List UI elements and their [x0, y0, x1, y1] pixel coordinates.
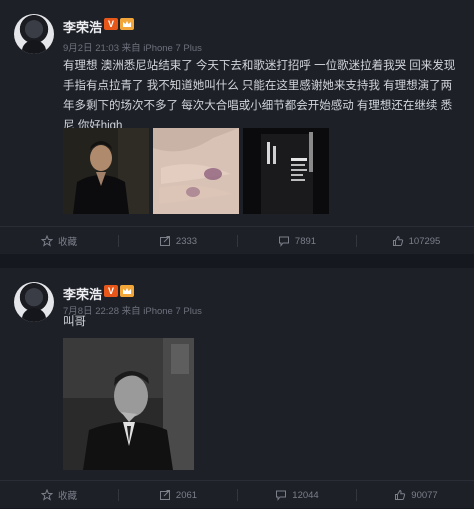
crown-icon	[120, 285, 134, 297]
like-count: 107295	[408, 235, 441, 247]
post-text: 叫哥	[63, 316, 86, 328]
post-text: 有理想 澳洲悉尼站结束了 今天下去和歌迷打招呼 一位歌迷拉着我哭 回来发现手指有…	[63, 60, 456, 132]
like-button[interactable]: 90077	[357, 481, 474, 509]
comment-icon	[278, 236, 289, 247]
star-icon	[40, 235, 53, 247]
like-count: 90077	[411, 489, 438, 501]
comment-icon	[276, 490, 287, 501]
comment-count: 12044	[292, 489, 319, 501]
repost-count: 2333	[175, 235, 198, 247]
action-bar: 收藏 2333 7891 107295	[0, 226, 474, 254]
avatar[interactable]	[14, 282, 54, 322]
photo-building-night	[243, 128, 329, 214]
weibo-post: 李荣浩 V 9月2日 21:03 来自 iPhone 7 Plus 有理想 澳洲…	[0, 0, 474, 254]
photo-man-suit	[63, 128, 149, 214]
comment-count: 7891	[294, 235, 317, 247]
comment-button[interactable]: 12044	[238, 481, 356, 509]
photo-hand	[153, 128, 239, 214]
repost-button[interactable]: 2333	[119, 227, 237, 255]
post-photo[interactable]	[63, 128, 149, 214]
favorite-label: 收藏	[57, 491, 77, 502]
repost-icon	[159, 490, 170, 500]
action-bar: 收藏 2061 12044 90077	[0, 480, 474, 508]
post-meta: 9月2日 21:03 来自 iPhone 7 Plus	[63, 43, 202, 54]
favorite-label: 收藏	[57, 237, 77, 248]
star-icon	[40, 489, 53, 501]
thumbs-up-icon	[395, 489, 406, 500]
username[interactable]: 李荣浩	[63, 17, 102, 36]
comment-button[interactable]: 7891	[238, 227, 356, 255]
like-button[interactable]: 107295	[357, 227, 474, 255]
username[interactable]: 李荣浩	[63, 284, 102, 303]
photo-bw-portrait	[63, 338, 194, 470]
verified-badge-icon: V	[104, 18, 118, 30]
post-photo[interactable]	[153, 128, 239, 214]
verified-badge-icon: V	[104, 285, 118, 297]
repost-button[interactable]: 2061	[119, 481, 237, 509]
favorite-button[interactable]: 收藏	[0, 227, 118, 255]
post-photo[interactable]	[63, 338, 194, 470]
post-photo[interactable]	[243, 128, 329, 214]
favorite-button[interactable]: 收藏	[0, 481, 118, 509]
avatar[interactable]	[14, 14, 54, 54]
repost-count: 2061	[175, 489, 198, 501]
crown-icon	[120, 18, 134, 30]
repost-icon	[159, 236, 170, 246]
weibo-post: 李荣浩 V 7月8日 22:28 来自 iPhone 7 Plus 叫哥 收藏	[0, 268, 474, 508]
thumbs-up-icon	[392, 235, 403, 246]
